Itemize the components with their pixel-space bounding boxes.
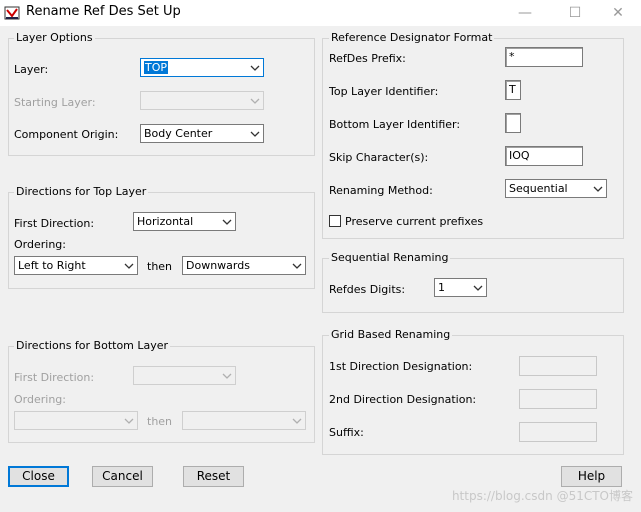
top-layer-identifier-input[interactable]: T (505, 80, 521, 100)
close-button[interactable]: Close (8, 466, 69, 487)
top-first-direction-select[interactable]: Horizontal (133, 212, 236, 231)
refdes-prefix-value: * (509, 50, 515, 63)
grid-renaming-title: Grid Based Renaming (329, 328, 453, 341)
bottom-ordering-second-select[interactable] (182, 411, 306, 430)
chevron-down-icon (292, 263, 302, 269)
minimize-button[interactable]: — (502, 0, 548, 26)
component-origin-label: Component Origin: (14, 128, 119, 141)
top-first-direction-value: Horizontal (137, 215, 194, 228)
layer-select[interactable]: TOP (140, 58, 264, 77)
top-first-direction-label: First Direction: (14, 217, 95, 230)
chevron-down-icon (473, 285, 483, 291)
app-icon (4, 6, 20, 20)
chevron-down-icon (222, 373, 232, 379)
top-ordering-second-select[interactable]: Downwards (182, 256, 306, 275)
bottom-first-direction-select[interactable] (133, 366, 236, 385)
bottom-layer-identifier-input[interactable] (505, 113, 521, 133)
bottom-ordering-first-select[interactable] (14, 411, 138, 430)
starting-layer-select[interactable] (140, 91, 264, 110)
second-direction-designation-input[interactable] (519, 389, 597, 409)
chevron-down-icon (124, 263, 134, 269)
refdes-format-title: Reference Designator Format (329, 31, 495, 44)
preserve-prefixes-label[interactable]: Preserve current prefixes (345, 215, 483, 228)
second-direction-designation-label: 2nd Direction Designation: (329, 393, 477, 406)
chevron-down-icon (250, 98, 260, 104)
skip-characters-input[interactable]: IOQ (505, 146, 583, 166)
bottom-layer-identifier-label: Bottom Layer Identifier: (329, 118, 461, 131)
layer-options-title: Layer Options (14, 31, 95, 44)
bottom-ordering-label: Ordering: (14, 393, 66, 406)
chevron-down-icon (222, 219, 232, 225)
renaming-method-label: Renaming Method: (329, 184, 433, 197)
watermark: https://blog.csdn @51CTO博客 (451, 489, 633, 503)
help-button[interactable]: Help (561, 466, 622, 487)
starting-layer-label: Starting Layer: (14, 96, 96, 109)
refdes-prefix-label: RefDes Prefix: (329, 52, 406, 65)
suffix-input[interactable] (519, 422, 597, 442)
layer-value: TOP (144, 61, 169, 74)
top-layer-identifier-value: T (509, 83, 516, 96)
chevron-down-icon (124, 418, 134, 424)
refdes-digits-value: 1 (438, 281, 445, 294)
skip-characters-label: Skip Character(s): (329, 151, 429, 164)
reset-button[interactable]: Reset (183, 466, 244, 487)
close-window-button[interactable]: ✕ (595, 0, 641, 26)
cancel-button[interactable]: Cancel (92, 466, 153, 487)
sequential-renaming-title: Sequential Renaming (329, 251, 451, 264)
bottom-first-direction-label: First Direction: (14, 371, 95, 384)
suffix-label: Suffix: (329, 426, 364, 439)
bottom-directions-title: Directions for Bottom Layer (14, 339, 171, 352)
first-direction-designation-input[interactable] (519, 356, 597, 376)
renaming-method-value: Sequential (509, 182, 568, 195)
chevron-down-icon (292, 418, 302, 424)
layer-label: Layer: (14, 63, 49, 76)
refdes-digits-select[interactable]: 1 (434, 278, 487, 297)
top-layer-identifier-label: Top Layer Identifier: (329, 85, 439, 98)
maximize-button[interactable]: ☐ (552, 0, 598, 26)
window-title: Rename Ref Des Set Up (26, 4, 181, 19)
renaming-method-select[interactable]: Sequential (505, 179, 607, 198)
chevron-down-icon (250, 65, 260, 71)
first-direction-designation-label: 1st Direction Designation: (329, 360, 473, 373)
component-origin-select[interactable]: Body Center (140, 124, 264, 143)
top-ordering-second-value: Downwards (186, 259, 250, 272)
top-ordering-label: Ordering: (14, 238, 66, 251)
refdes-prefix-input[interactable]: * (505, 47, 583, 67)
component-origin-value: Body Center (144, 127, 213, 140)
top-ordering-first-value: Left to Right (18, 259, 86, 272)
skip-characters-value: IOQ (509, 149, 530, 162)
chevron-down-icon (250, 131, 260, 137)
top-directions-title: Directions for Top Layer (14, 185, 149, 198)
refdes-format-group (322, 38, 624, 239)
refdes-digits-label: Refdes Digits: (329, 283, 406, 296)
top-then-label: then (147, 260, 173, 273)
bottom-then-label: then (147, 415, 173, 428)
preserve-prefixes-checkbox[interactable] (329, 215, 341, 227)
top-ordering-first-select[interactable]: Left to Right (14, 256, 138, 275)
chevron-down-icon (593, 186, 603, 192)
